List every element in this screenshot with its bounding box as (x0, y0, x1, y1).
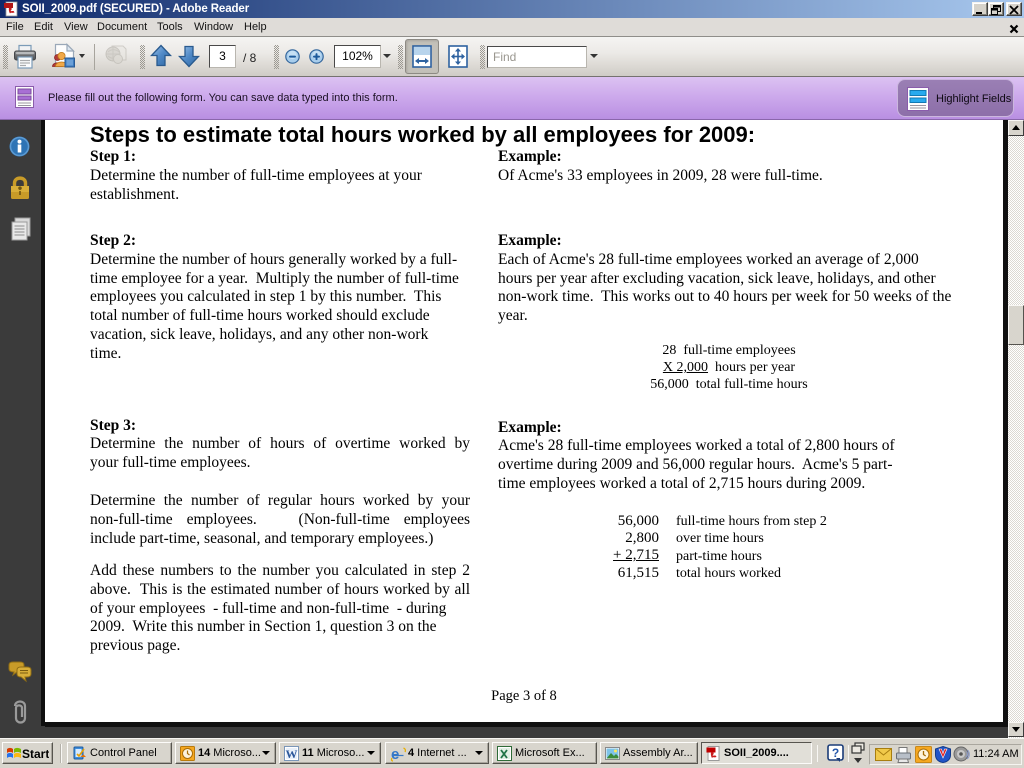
svg-text:e: e (391, 746, 399, 762)
svg-text:W: W (286, 747, 298, 761)
svg-text:?: ? (832, 746, 839, 760)
